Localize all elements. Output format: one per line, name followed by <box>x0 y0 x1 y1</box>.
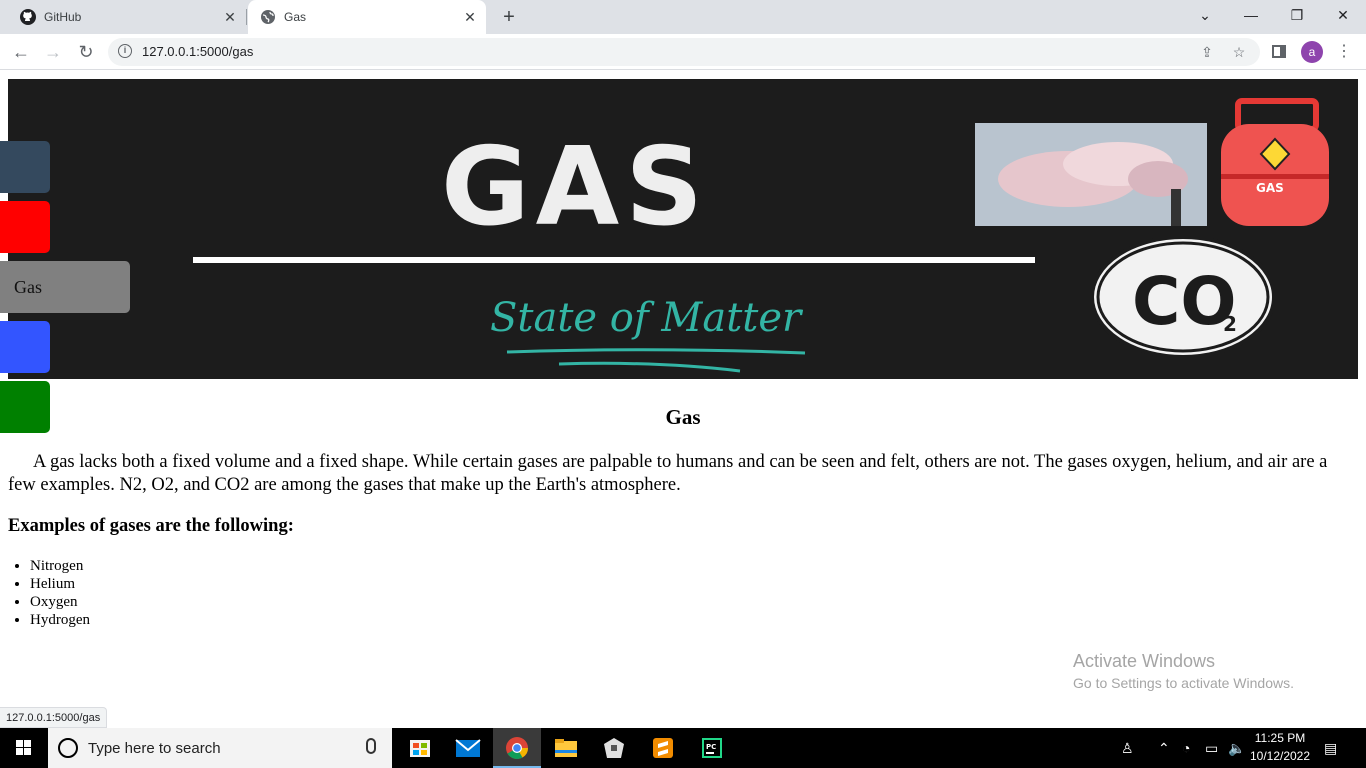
examples-list: Nitrogen Helium Oxygen Hydrogen <box>30 557 90 629</box>
tab-title: Gas <box>284 10 307 24</box>
forward-arrow-icon[interactable]: → <box>40 39 66 65</box>
people-icon[interactable]: ♙ <box>1121 740 1134 756</box>
co2-text: CO <box>1132 263 1237 340</box>
tab-strip: GitHub ✕ Gas ✕ + ⌄ — ❐ ✕ <box>0 0 1366 34</box>
mail-icon[interactable] <box>444 728 492 768</box>
search-icon <box>58 738 78 758</box>
share-icon[interactable]: ⇪ <box>1198 43 1216 61</box>
close-icon[interactable]: ✕ <box>222 9 238 25</box>
close-window-button[interactable]: ✕ <box>1320 0 1366 30</box>
examples-heading: Examples of gases are the following: <box>8 516 294 536</box>
svg-text:PC: PC <box>706 743 716 751</box>
url-text[interactable]: 127.0.0.1:5000/gas <box>142 44 253 59</box>
side-nav-tab-2[interactable] <box>0 201 50 253</box>
gas-cylinder-image: GAS <box>1221 98 1329 226</box>
list-item: Nitrogen <box>30 557 90 575</box>
sublime-text-icon[interactable] <box>639 728 687 768</box>
page-heading: Gas <box>665 405 701 429</box>
status-bar-url: 127.0.0.1:5000/gas <box>0 707 108 728</box>
page-content: GAS State of Matter GAS CO 2 Gas Gas A g… <box>0 71 1366 728</box>
tab-search-chevron-icon[interactable]: ⌄ <box>1182 0 1228 30</box>
restore-button[interactable]: ❐ <box>1274 0 1320 30</box>
side-panel-icon[interactable] <box>1272 45 1286 58</box>
pycharm-icon[interactable]: PC <box>688 728 736 768</box>
start-button[interactable] <box>0 728 48 768</box>
windows-taskbar: Type here to search PC ♙ ⌃ ◔ ▭ 🔈 11:25 P… <box>0 728 1366 768</box>
co2-badge: CO 2 <box>1090 235 1276 359</box>
tab-github[interactable]: GitHub ✕ <box>8 0 246 34</box>
clock-time[interactable]: 11:25 PM <box>1248 731 1312 745</box>
wifi-icon[interactable]: ◔ <box>1182 740 1190 756</box>
side-nav-tab-1[interactable] <box>0 141 50 193</box>
smokestack-image <box>975 123 1207 226</box>
side-nav-tab-4[interactable] <box>0 321 50 373</box>
banner-title: GAS <box>441 125 709 250</box>
banner-graphic: GAS State of Matter GAS CO 2 <box>193 98 1329 373</box>
profile-avatar[interactable]: a <box>1301 41 1323 63</box>
watermark-line-2: Go to Settings to activate Windows. <box>1073 675 1294 691</box>
cylinder-label: GAS <box>1256 181 1284 195</box>
bookmark-star-icon[interactable]: ☆ <box>1230 43 1248 61</box>
site-info-icon[interactable]: i <box>118 44 132 58</box>
new-tab-button[interactable]: + <box>498 6 520 28</box>
close-icon[interactable]: ✕ <box>462 9 478 25</box>
list-item: Helium <box>30 575 90 593</box>
chrome-icon[interactable] <box>493 728 541 768</box>
battery-icon[interactable]: ▭ <box>1205 740 1218 756</box>
menu-dots-icon[interactable]: ⋮ <box>1336 41 1352 63</box>
microsoft-store-icon[interactable] <box>396 728 444 768</box>
search-placeholder: Type here to search <box>88 740 221 757</box>
taskbar-search-box[interactable]: Type here to search <box>48 728 392 768</box>
list-item: Hydrogen <box>30 611 90 629</box>
tab-separator <box>246 9 247 25</box>
chevron-up-icon[interactable]: ⌃ <box>1158 740 1170 756</box>
banner-image: GAS State of Matter GAS CO 2 <box>8 79 1358 379</box>
windows-logo-icon <box>16 740 31 755</box>
watermark-line-1: Activate Windows <box>1073 651 1216 671</box>
notifications-icon[interactable]: ▤ <box>1324 740 1337 756</box>
clock-date[interactable]: 10/12/2022 <box>1248 749 1312 763</box>
microphone-icon[interactable] <box>366 738 376 754</box>
minimize-button[interactable]: — <box>1228 0 1274 30</box>
side-nav-tab-gas[interactable]: Gas <box>0 261 130 313</box>
banner-subtitle: State of Matter <box>490 295 804 341</box>
tab-gas[interactable]: Gas ✕ <box>248 0 486 34</box>
file-explorer-icon[interactable] <box>542 728 590 768</box>
back-arrow-icon[interactable]: ← <box>8 39 34 65</box>
address-bar[interactable]: i 127.0.0.1:5000/gas ⇪ ☆ <box>108 38 1260 66</box>
browser-toolbar: ← → ↻ i 127.0.0.1:5000/gas ⇪ ☆ a ⋮ <box>0 34 1366 70</box>
volume-icon[interactable]: 🔈 <box>1228 740 1245 756</box>
intro-paragraph: A gas lacks both a fixed volume and a fi… <box>8 452 1328 495</box>
tab-title: GitHub <box>44 10 82 24</box>
reload-icon[interactable]: ↻ <box>73 39 99 65</box>
co2-subscript: 2 <box>1223 312 1237 336</box>
list-item: Oxygen <box>30 593 90 611</box>
virtualbox-icon[interactable] <box>590 728 638 768</box>
activate-windows-watermark: Activate Windows Go to Settings to activ… <box>1073 651 1294 691</box>
globe-icon <box>261 10 275 24</box>
github-icon <box>20 9 36 25</box>
